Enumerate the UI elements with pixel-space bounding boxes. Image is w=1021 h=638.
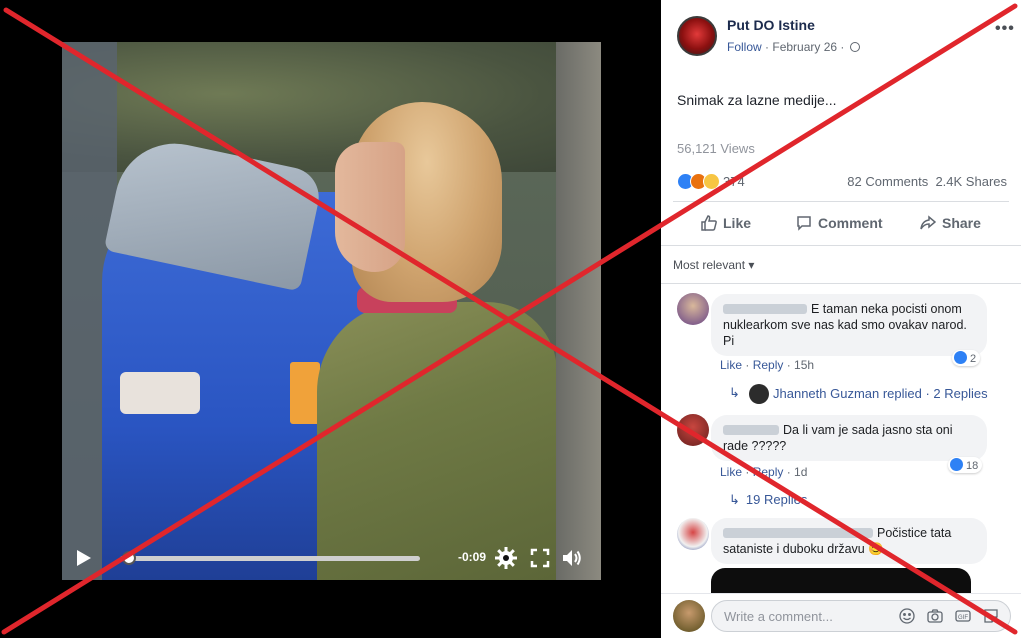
replies-count: 19 Replies <box>745 492 808 507</box>
gif-icon[interactable]: GIF <box>955 608 971 624</box>
post-header: Put DO Istine Follow · February 26 · ••• <box>677 14 1014 58</box>
current-user-avatar <box>673 600 705 632</box>
comment-reaction-badge[interactable]: 18 <box>948 457 983 473</box>
comment-reaction-badge[interactable]: 2 <box>952 350 981 366</box>
post-side-panel: Put DO Istine Follow · February 26 · •••… <box>661 0 1021 638</box>
thumbs-up-icon <box>701 215 717 231</box>
shares-count[interactable]: 2.4K Shares <box>935 174 1007 189</box>
comments-count[interactable]: 82 Comments <box>847 174 928 189</box>
comment-age[interactable]: 1d <box>794 465 807 479</box>
comment-bubble: Da li vam je sada jasno sta oni rade ???… <box>711 415 987 461</box>
video-van-light <box>290 362 320 424</box>
follow-link[interactable]: Follow <box>727 40 762 54</box>
like-badge-icon <box>950 458 963 471</box>
reaction-count[interactable]: 374 <box>723 174 745 189</box>
comment-meta: Like · Reply · 15h <box>720 358 815 372</box>
comment-bubble-icon <box>797 216 811 231</box>
view-replies-link[interactable]: Jhanneth Guzman replied · 2 Replies <box>773 386 988 401</box>
video-person-face <box>335 142 405 272</box>
like-badge-icon <box>954 351 967 364</box>
comment-button[interactable]: Comment <box>796 215 883 231</box>
divider <box>673 201 1009 202</box>
gear-icon[interactable] <box>495 547 517 569</box>
camera-icon[interactable] <box>927 608 943 624</box>
fullscreen-icon[interactable] <box>530 548 550 568</box>
like-label: Like <box>723 215 752 231</box>
video-person <box>317 102 557 580</box>
play-icon[interactable] <box>76 549 92 567</box>
globe-icon <box>849 42 860 52</box>
more-options-icon[interactable]: ••• <box>995 20 1015 38</box>
comment-meta: Like · Reply · 1d <box>720 465 808 479</box>
post-meta: Follow · February 26 · <box>727 40 860 54</box>
view-replies-link[interactable]: ↳ 19 Replies <box>729 492 807 508</box>
reply-arrow-icon: ↳ <box>729 492 740 507</box>
commenter-avatar[interactable] <box>677 518 709 550</box>
blurred-commenter-name[interactable] <box>723 304 807 314</box>
progress-track[interactable] <box>120 556 420 561</box>
progress-knob[interactable] <box>122 551 136 565</box>
comment-like-link[interactable]: Like <box>720 358 742 372</box>
comment-composer: GIF <box>661 593 1021 638</box>
time-remaining: -0:09 <box>458 550 487 564</box>
volume-icon[interactable] <box>561 547 583 569</box>
comments-shares-summary: 82 Comments 2.4K Shares <box>847 174 1007 189</box>
video-frame[interactable] <box>62 42 601 580</box>
post-action-bar: Like Comment Share <box>673 208 1009 240</box>
sticker-icon[interactable] <box>983 608 999 624</box>
replier-avatar <box>749 384 769 404</box>
emoji-icon[interactable] <box>899 608 915 624</box>
comment-age[interactable]: 15h <box>794 358 814 372</box>
sort-label: Most relevant <box>673 258 746 272</box>
comment-label: Comment <box>818 215 883 231</box>
share-button[interactable]: Share <box>920 215 981 231</box>
video-right-blur <box>556 42 601 580</box>
screenshot-root: -0:09 Put DO Istine Follow · February 26… <box>0 0 1021 638</box>
comment-reaction-count: 2 <box>970 353 977 365</box>
comment-bubble: E taman neka pocisti onom nuklearkom sve… <box>711 294 987 356</box>
comment-reply-link[interactable]: Reply <box>753 358 784 372</box>
svg-text:GIF: GIF <box>958 615 968 621</box>
comment-reply-link[interactable]: Reply <box>753 465 784 479</box>
like-button[interactable]: Like <box>701 215 751 231</box>
reactions-row: 374 82 Comments 2.4K Shares <box>677 172 1007 192</box>
page-avatar[interactable] <box>677 16 717 56</box>
post-text: Snimak za lazne medije... <box>677 92 837 108</box>
page-name[interactable]: Put DO Istine <box>727 17 815 33</box>
divider <box>661 283 1021 284</box>
comment-sort-dropdown[interactable]: Most relevant ▾ <box>673 258 754 272</box>
post-date[interactable]: February 26 <box>772 40 837 54</box>
video-pane: -0:09 <box>0 0 661 638</box>
share-label: Share <box>942 215 981 231</box>
share-arrow-icon <box>920 215 936 230</box>
blurred-commenter-name[interactable] <box>723 425 779 435</box>
wow-reaction-icon[interactable] <box>703 173 720 190</box>
comment-reaction-count: 18 <box>966 460 979 472</box>
reply-arrow-icon: ↳ <box>729 385 740 400</box>
video-controls: -0:09 <box>62 538 601 580</box>
view-count: 56,121 Views <box>677 141 755 156</box>
divider <box>661 245 1021 246</box>
comment-bubble: Počistice tata sataniste i duboku državu… <box>711 518 987 564</box>
blurred-commenter-name[interactable] <box>723 528 873 538</box>
comment-like-link[interactable]: Like <box>720 465 742 479</box>
caret-down-icon: ▾ <box>748 258 755 272</box>
meta-separator: · <box>840 40 848 54</box>
commenter-avatar[interactable] <box>677 414 709 446</box>
video-hand-phone <box>120 372 200 414</box>
commenter-avatar[interactable] <box>677 293 709 325</box>
